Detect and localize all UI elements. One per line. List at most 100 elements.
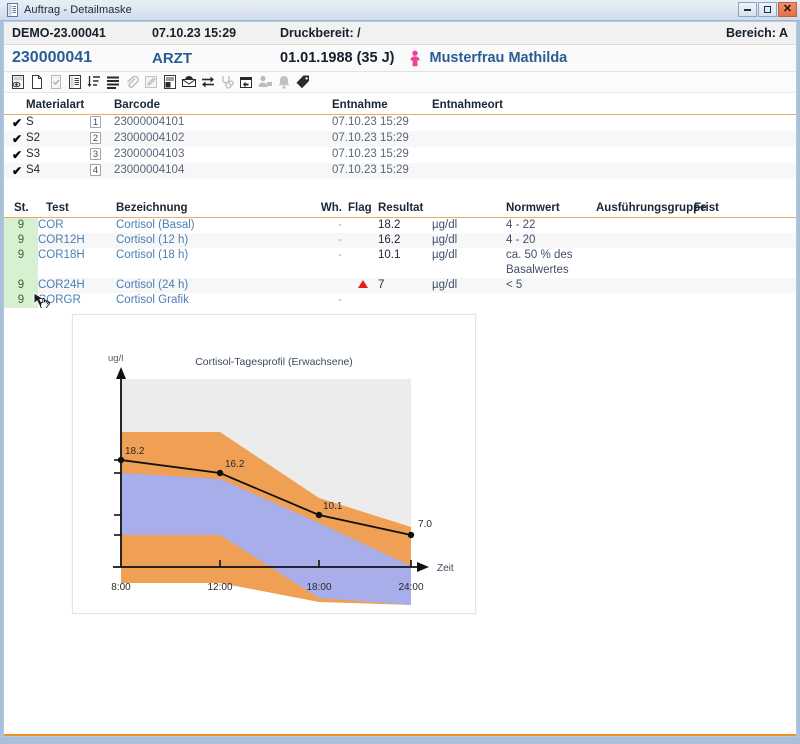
col-materialart: Materialart — [26, 96, 90, 115]
list-icon[interactable] — [105, 74, 121, 90]
col-frist: Frist — [694, 199, 796, 218]
inbox-icon[interactable] — [181, 74, 197, 90]
material-table-body: ✔ S 1 23000004101 07.10.23 15:29 ✔ S2 2 … — [4, 115, 796, 179]
row-number: 3 — [90, 147, 114, 163]
result-table-header-row: St. Test Bezeichnung Wh. Flag Resultat N… — [4, 199, 796, 218]
row-bezeichnung[interactable]: Cortisol (Basal) — [116, 218, 306, 233]
row-bezeichnung[interactable]: Cortisol (18 h) — [116, 248, 306, 263]
print-status: Druckbereit: / — [280, 26, 361, 40]
result-table-wrapper: St. Test Bezeichnung Wh. Flag Resultat N… — [4, 199, 796, 310]
new-document-icon[interactable] — [29, 74, 45, 90]
row-gruppe — [596, 248, 694, 263]
row-test[interactable]: COR — [38, 218, 116, 233]
row-check[interactable]: ✔ — [4, 131, 26, 147]
x-tick-label-3: 18:00 — [306, 582, 331, 593]
document-list-icon — [6, 3, 19, 17]
transfer-icon[interactable] — [200, 74, 216, 90]
high-flag-icon — [358, 279, 368, 288]
point-label-1: 18.2 — [125, 446, 145, 457]
row-unit: µg/dl — [432, 248, 458, 261]
patient-header-bar: 230000041 ARZT 01.01.1988 (35 J) Musterf… — [4, 45, 796, 72]
chart-title: Cortisol-Tagesprofil (Erwachsene) — [195, 356, 353, 368]
row-gruppe — [596, 277, 694, 293]
material-table-spacer — [4, 179, 796, 193]
table-row[interactable]: 9 COR24H Cortisol (24 h) 7 µg/dl < 5 — [4, 277, 796, 293]
col-entnahme: Entnahme — [332, 96, 432, 115]
row-bezeichnung[interactable]: Cortisol Grafik — [116, 293, 306, 308]
bell-icon — [276, 74, 292, 90]
row-test[interactable]: COR18H — [38, 248, 116, 263]
table-row[interactable]: 9 COR12H Cortisol (12 h) - 16.2 µg/dl 4 … — [4, 232, 796, 248]
row-status: 9 — [4, 217, 38, 233]
row-test[interactable]: COR24H — [38, 277, 116, 293]
sort-icon[interactable] — [86, 74, 102, 90]
calendar-back-icon[interactable] — [238, 74, 254, 90]
preview-icon[interactable] — [10, 74, 26, 90]
table-row[interactable]: ✔ S 1 23000004101 07.10.23 15:29 — [4, 115, 796, 132]
table-row[interactable]: ✔ S2 2 23000004102 07.10.23 15:29 — [4, 131, 796, 147]
col-entnahmeort: Entnahmeort — [432, 96, 796, 115]
point-label-4: 7.0 — [418, 519, 432, 530]
col-barcode: Barcode — [114, 96, 332, 115]
row-normwert: ca. 50 % des — [506, 248, 573, 261]
table-row[interactable]: 9 COR Cortisol (Basal) - 18.2 µg/dl 4 - … — [4, 217, 796, 233]
row-gruppe-blank — [596, 263, 694, 278]
row-result: 16.2 — [378, 232, 432, 248]
row-number: 4 — [90, 163, 114, 179]
material-table-header-row: Materialart Barcode Entnahme Entnahmeort — [4, 96, 796, 115]
y-axis-ticks — [114, 458, 121, 536]
row-entnahme: 07.10.23 15:29 — [332, 148, 409, 160]
order-header-bar: DEMO-23.00041 07.10.23 15:29 Druckbereit… — [4, 22, 796, 45]
x-tick-label-4: 24:00 — [398, 582, 423, 593]
close-button[interactable]: ✕ — [778, 2, 797, 17]
row-check[interactable]: ✔ — [4, 163, 26, 179]
row-entnahmeort — [432, 131, 796, 147]
row-bezeichnung[interactable]: Cortisol (24 h) — [116, 277, 306, 293]
material-table: Materialart Barcode Entnahme Entnahmeort… — [4, 96, 796, 179]
chart-area: ug/l Cortisol-Tagesprofil (Erwachsene) Z… — [4, 307, 796, 736]
row-test-blank — [38, 263, 116, 278]
row-wh: - — [306, 232, 348, 248]
row-test[interactable]: COR12H — [38, 232, 116, 248]
result-table: St. Test Bezeichnung Wh. Flag Resultat N… — [4, 199, 796, 308]
row-flag — [348, 293, 378, 308]
print-document-icon[interactable] — [162, 74, 178, 90]
row-wh — [306, 277, 348, 293]
patient-name[interactable]: Musterfrau Mathilda — [429, 50, 567, 66]
user-print-icon — [257, 74, 273, 90]
row-check[interactable]: ✔ — [4, 147, 26, 163]
col-ausfuehrungsgruppe: Ausführungsgruppe — [596, 199, 707, 218]
row-result: 18.2 — [378, 219, 401, 231]
row-result: 7 — [378, 277, 432, 293]
row-material: S2 — [26, 131, 90, 147]
maximize-button[interactable] — [758, 2, 777, 17]
table-row[interactable]: 9 CORGR Cortisol Grafik - — [4, 292, 796, 308]
physician-label[interactable]: ARZT — [152, 50, 280, 67]
row-check[interactable]: ✔ — [4, 115, 26, 132]
table-row[interactable]: ✔ S4 4 23000004104 07.10.23 15:29 — [4, 163, 796, 179]
row-entnahme: 07.10.23 15:29 — [332, 163, 432, 179]
report-icon[interactable] — [67, 74, 83, 90]
tag-icon[interactable] — [295, 74, 311, 90]
area-label: Bereich: A — [725, 26, 788, 40]
row-bezeichnung[interactable]: Cortisol (12 h) — [116, 232, 306, 248]
row-test[interactable]: CORGR — [38, 293, 116, 308]
row-status: 9 — [4, 247, 38, 263]
title-bar: Auftrag - Detailmaske ✕ — [0, 0, 800, 21]
check-document-icon[interactable] — [48, 74, 64, 90]
row-number: 2 — [90, 131, 114, 147]
row-unit: µg/dl — [432, 219, 458, 231]
table-row[interactable]: 9 COR18H Cortisol (18 h) - 10.1 µg/dl ca… — [4, 247, 796, 263]
row-barcode[interactable]: 23000004103 — [114, 147, 332, 163]
row-status: 9 — [4, 232, 38, 248]
row-barcode[interactable]: 23000004102 — [114, 131, 332, 147]
x-axis-label: Zeit — [437, 563, 454, 574]
row-entnahmeort — [432, 115, 796, 132]
patient-id[interactable]: 230000041 — [12, 49, 152, 67]
table-row[interactable]: ✔ S3 3 23000004103 07.10.23 15:29 — [4, 147, 796, 163]
minimize-button[interactable] — [738, 2, 757, 17]
row-barcode[interactable]: 23000004104 — [114, 163, 332, 179]
row-frist — [694, 248, 796, 263]
row-barcode[interactable]: 23000004101 — [114, 115, 332, 132]
row-number: 1 — [90, 115, 114, 132]
